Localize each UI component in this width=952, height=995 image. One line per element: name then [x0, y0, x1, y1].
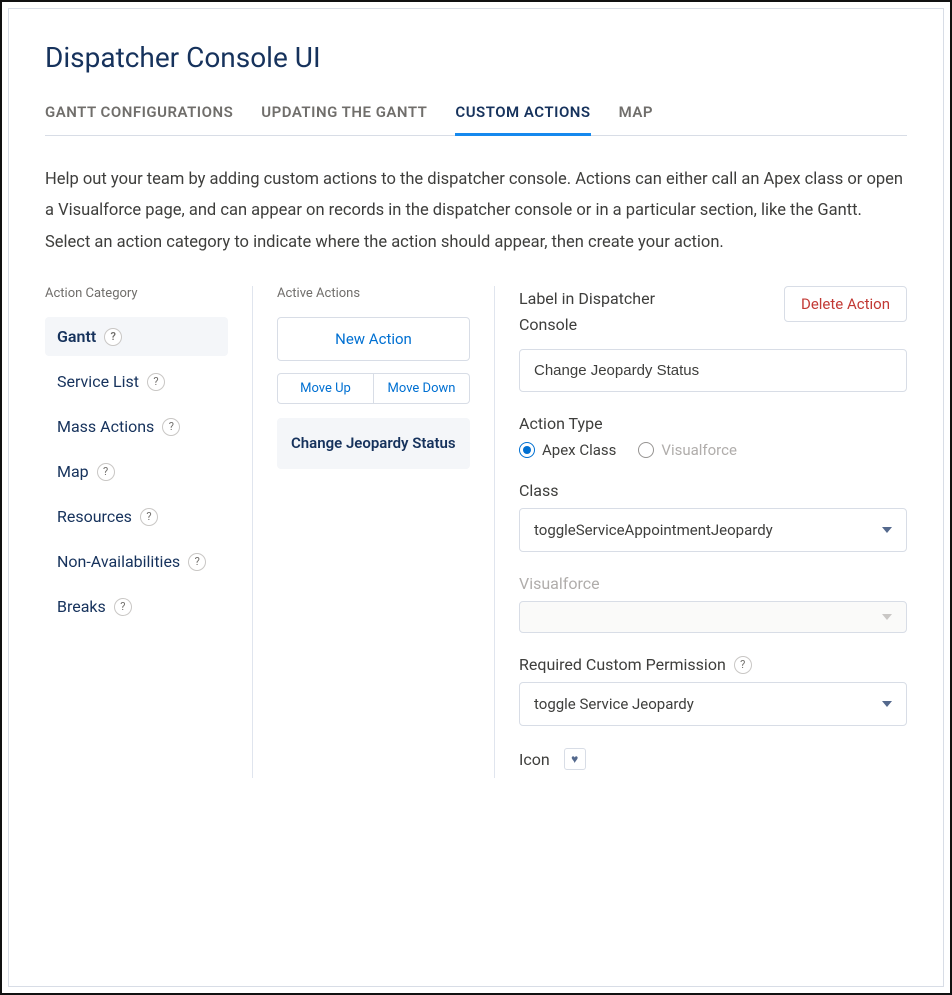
- select-value: toggleServiceAppointmentJeopardy: [534, 521, 773, 539]
- action-type-label: Action Type: [519, 414, 907, 433]
- category-map[interactable]: Map ?: [45, 452, 228, 491]
- action-detail-panel: Label in Dispatcher Console Delete Actio…: [495, 286, 907, 778]
- radio-visualforce[interactable]: Visualforce: [638, 441, 737, 459]
- radio-icon: [638, 442, 654, 458]
- category-non-availabilities[interactable]: Non-Availabilities ?: [45, 542, 228, 581]
- permission-select[interactable]: toggle Service Jeopardy: [519, 682, 907, 726]
- action-category-panel: Action Category Gantt ? Service List ? M…: [45, 286, 253, 778]
- radio-label: Visualforce: [661, 441, 737, 459]
- category-label: Resources: [57, 507, 132, 526]
- chevron-down-icon: [882, 527, 892, 533]
- category-label: Gantt: [57, 327, 96, 346]
- move-up-button[interactable]: Move Up: [277, 373, 374, 404]
- label-in-console-input[interactable]: [519, 349, 907, 392]
- class-label: Class: [519, 481, 907, 500]
- tab-map[interactable]: MAP: [619, 103, 653, 136]
- help-text: Help out your team by adding custom acti…: [45, 164, 907, 258]
- icon-label: Icon ♥: [519, 748, 907, 770]
- label-in-console-label: Label in Dispatcher Console: [519, 286, 669, 337]
- active-actions-panel: Active Actions New Action Move Up Move D…: [253, 286, 495, 778]
- chevron-down-icon: [882, 614, 892, 620]
- active-actions-header: Active Actions: [277, 286, 470, 301]
- category-service-list[interactable]: Service List ?: [45, 362, 228, 401]
- category-gantt[interactable]: Gantt ?: [45, 317, 228, 356]
- category-label: Breaks: [57, 597, 106, 616]
- help-icon[interactable]: ?: [188, 553, 206, 571]
- help-icon[interactable]: ?: [104, 328, 122, 346]
- heart-icon[interactable]: ♥: [564, 748, 586, 770]
- visualforce-label: Visualforce: [519, 574, 907, 593]
- icon-label-text: Icon: [519, 750, 550, 769]
- action-category-header: Action Category: [45, 286, 228, 301]
- help-icon[interactable]: ?: [147, 373, 165, 391]
- radio-icon: [519, 442, 535, 458]
- help-icon[interactable]: ?: [734, 656, 752, 674]
- category-label: Mass Actions: [57, 417, 154, 436]
- new-action-button[interactable]: New Action: [277, 317, 470, 361]
- select-value: toggle Service Jeopardy: [534, 695, 694, 713]
- category-label: Service List: [57, 372, 139, 391]
- tab-gantt-configurations[interactable]: GANTT CONFIGURATIONS: [45, 103, 233, 136]
- category-label: Map: [57, 462, 89, 481]
- class-select[interactable]: toggleServiceAppointmentJeopardy: [519, 508, 907, 552]
- move-down-button[interactable]: Move Down: [374, 373, 470, 404]
- category-breaks[interactable]: Breaks ?: [45, 587, 228, 626]
- visualforce-select: [519, 601, 907, 633]
- tab-bar: GANTT CONFIGURATIONS UPDATING THE GANTT …: [45, 102, 907, 136]
- category-mass-actions[interactable]: Mass Actions ?: [45, 407, 228, 446]
- permission-label: Required Custom Permission ?: [519, 655, 907, 674]
- radio-apex-class[interactable]: Apex Class: [519, 441, 616, 459]
- permission-label-text: Required Custom Permission: [519, 655, 726, 674]
- radio-label: Apex Class: [542, 441, 616, 459]
- chevron-down-icon: [882, 701, 892, 707]
- page-title: Dispatcher Console UI: [45, 41, 907, 74]
- help-icon[interactable]: ?: [162, 418, 180, 436]
- tab-updating-the-gantt[interactable]: UPDATING THE GANTT: [261, 103, 427, 136]
- action-item-change-jeopardy-status[interactable]: Change Jeopardy Status: [277, 418, 470, 469]
- delete-action-button[interactable]: Delete Action: [784, 286, 907, 322]
- help-icon[interactable]: ?: [114, 598, 132, 616]
- category-label: Non-Availabilities: [57, 552, 180, 571]
- help-icon[interactable]: ?: [140, 508, 158, 526]
- tab-custom-actions[interactable]: CUSTOM ACTIONS: [455, 103, 590, 136]
- help-icon[interactable]: ?: [97, 463, 115, 481]
- category-resources[interactable]: Resources ?: [45, 497, 228, 536]
